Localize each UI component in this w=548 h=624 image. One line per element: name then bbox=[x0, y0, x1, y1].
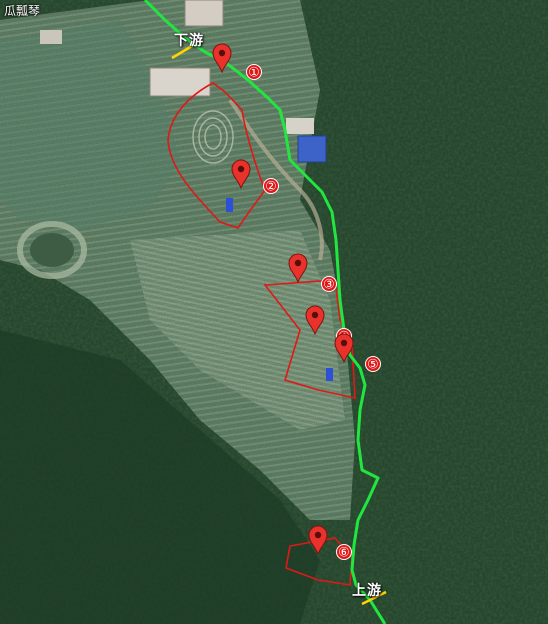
map-pin-center bbox=[340, 339, 348, 347]
blue-marker-a bbox=[226, 198, 233, 212]
building-3 bbox=[286, 118, 314, 134]
downstream-label: 下游 bbox=[174, 33, 204, 49]
map-pin-center bbox=[237, 165, 245, 173]
satellite-map: ①②③④⑤⑥ 瓜瓢琴 下游 上游 bbox=[0, 0, 548, 624]
building-4 bbox=[40, 30, 62, 44]
marker-number-label: ⑤ bbox=[367, 358, 379, 373]
map-canvas: ①②③④⑤⑥ bbox=[0, 0, 548, 624]
map-pin-center bbox=[314, 531, 322, 539]
pond bbox=[30, 233, 74, 267]
map-pin-center bbox=[311, 311, 319, 319]
marker-number-label: ③ bbox=[323, 278, 335, 293]
building-blue-roof bbox=[297, 135, 327, 163]
marker-number-label: ⑥ bbox=[338, 546, 350, 561]
building-1 bbox=[149, 67, 211, 97]
corner-place-label: 瓜瓢琴 bbox=[4, 4, 41, 18]
map-pin-center bbox=[218, 49, 226, 57]
building-2 bbox=[184, 0, 224, 27]
blue-marker-b bbox=[326, 368, 333, 381]
upstream-label: 上游 bbox=[352, 583, 382, 599]
marker-number-label: ② bbox=[265, 180, 277, 195]
map-pin-center bbox=[294, 259, 302, 267]
marker-number-label: ① bbox=[248, 66, 260, 81]
